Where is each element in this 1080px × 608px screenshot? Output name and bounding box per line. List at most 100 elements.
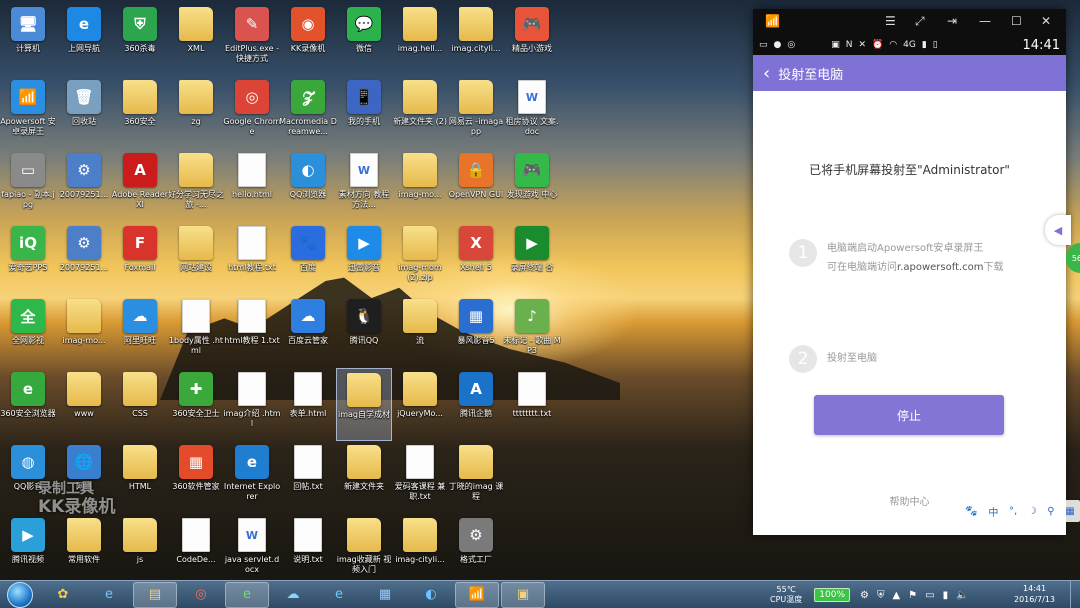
taskbar-storm-icon[interactable]: ▦: [363, 582, 407, 608]
ime-language[interactable]: 中: [988, 504, 998, 519]
desktop-icon[interactable]: www: [56, 368, 112, 441]
taskbar-explorer-icon[interactable]: ▤: [133, 581, 177, 608]
desktop-icon[interactable]: 爱码客课程 兼职.txt: [392, 441, 448, 514]
floating-side-tab[interactable]: ◀: [1045, 215, 1071, 245]
desktop-icon[interactable]: imag-mo...: [392, 149, 448, 222]
desktop-icon[interactable]: HTML: [112, 441, 168, 514]
desktop-icon[interactable]: html教程.txt: [224, 222, 280, 295]
desktop-icon[interactable]: 𝓩 Macromedia Dreamwe...: [279, 76, 337, 149]
paw-icon[interactable]: 🐾: [965, 506, 977, 517]
taskbar-apowersoft-icon[interactable]: 📶: [455, 581, 499, 608]
desktop-icon[interactable]: ⚙ 格式工厂: [448, 514, 504, 587]
desktop-icon[interactable]: 流: [392, 295, 448, 368]
desktop-icon[interactable]: A 腾讯企鹅: [448, 368, 504, 441]
desktop-icon[interactable]: ⚙ 20079251...: [56, 149, 112, 222]
punctuation-icon[interactable]: °,: [1009, 506, 1017, 517]
taskbar-ie2-icon[interactable]: e: [317, 582, 361, 608]
desktop-icon[interactable]: ▦ 暴风影音5: [448, 295, 504, 368]
desktop-icon[interactable]: ☁ 阿里旺旺: [112, 295, 168, 368]
desktop-icon[interactable]: 新建文件夹: [336, 441, 392, 514]
desktop-icon[interactable]: zg: [168, 76, 224, 149]
desktop-icon[interactable]: 1body属性 .html: [168, 295, 224, 368]
desktop-icon[interactable]: imag-cityli...: [392, 514, 448, 587]
desktop-icon[interactable]: CSS: [112, 368, 168, 441]
desktop-icon[interactable]: tttttttt.txt: [504, 368, 560, 441]
desktop-icon[interactable]: imag-mom (2).zip: [392, 222, 448, 295]
tray-shield-icon[interactable]: ⛨: [877, 590, 885, 601]
start-button[interactable]: [7, 581, 33, 608]
taskbar-pinwheel-icon[interactable]: ✿: [41, 582, 85, 608]
desktop-icon[interactable]: iQ 爱奇艺PPS: [0, 222, 56, 295]
phone-window-titlebar[interactable]: 📶 ☰ ⤢ ⇥ — ☐ ✕ ▭ ● ◎ ▣ N ✕ ⏰ ◠ 4G ▮ ▯ 14:…: [753, 9, 1066, 55]
tray-volume-icon[interactable]: 🔈: [956, 590, 968, 601]
desktop-icon[interactable]: 表单.html: [280, 368, 336, 441]
search-icon[interactable]: ⚲: [1047, 506, 1054, 517]
desktop-icon[interactable]: imag介绍 .html: [223, 368, 281, 441]
back-arrow-icon[interactable]: ‹: [763, 63, 770, 84]
desktop-icon[interactable]: 全全网影视: [0, 295, 56, 368]
tray-monitor-icon[interactable]: ▭: [925, 590, 934, 601]
desktop-icon[interactable]: 丁晓的imag 课程: [448, 441, 504, 514]
maximize-icon[interactable]: ☐: [1011, 14, 1022, 28]
taskbar-clock[interactable]: 14:41 2016/7/13: [1014, 583, 1055, 605]
desktop-icon[interactable]: W 租房协议 文案.doc: [504, 76, 560, 149]
desktop-icon[interactable]: hello.html: [224, 149, 280, 222]
desktop-icon[interactable]: ▭ fapiao - 副本.jpg: [0, 149, 56, 222]
desktop-icon[interactable]: imag自学成材: [336, 368, 392, 441]
desktop-icon[interactable]: ✎ EditPlus.exe - 快捷方式: [224, 3, 280, 76]
desktop-icon[interactable]: e 360安全浏览器: [0, 368, 56, 441]
desktop-icon[interactable]: 常用软件: [56, 514, 112, 587]
taskbar-qqbrowser-icon[interactable]: ◐: [409, 582, 453, 608]
desktop-icon[interactable]: 好分学习无尽之旅 -...: [168, 149, 224, 222]
desktop-icon[interactable]: e Internet Explorer: [224, 441, 280, 514]
desktop-icon[interactable]: 网站建设: [168, 222, 224, 295]
desktop-icon[interactable]: ▦ 360软件管家: [168, 441, 224, 514]
desktop-icon[interactable]: XML: [168, 3, 224, 76]
tray-settings-icon[interactable]: ⚙: [860, 590, 869, 601]
desktop-icon[interactable]: 🗑 回收站: [56, 76, 112, 149]
moon-icon[interactable]: ☽: [1028, 506, 1037, 517]
desktop-icon[interactable]: 🖥 计算机: [0, 3, 56, 76]
desktop-icon[interactable]: 📶 Apowersoft 安卓录屏王: [0, 76, 56, 149]
fullscreen-icon[interactable]: ⤢: [915, 14, 925, 29]
tray-network-icon[interactable]: ▮: [943, 590, 949, 601]
desktop-icon[interactable]: 🐾 百度: [280, 222, 336, 295]
desktop-icon[interactable]: ☁ 百度云管家: [280, 295, 336, 368]
desktop-icon[interactable]: 新建文件夹 (2): [392, 76, 448, 149]
tray-expand-icon[interactable]: ▲: [892, 590, 900, 601]
tray-flag-icon[interactable]: ⚑: [908, 590, 917, 601]
desktop-icon[interactable]: ▶ 腾讯视频: [0, 514, 56, 587]
desktop-icon[interactable]: ◐ QQ浏览器: [280, 149, 336, 222]
desktop-icon[interactable]: js: [112, 514, 168, 587]
download-link[interactable]: r.apowersoft.com: [897, 262, 984, 273]
taskbar-360browser-icon[interactable]: e: [225, 581, 269, 608]
desktop-icon[interactable]: 🎮 精品小游戏: [504, 3, 560, 76]
cpu-temp-widget[interactable]: 55℃ CPU温度: [770, 585, 802, 605]
desktop-icon[interactable]: Wjava servlet.docx: [224, 514, 280, 587]
grid-icon[interactable]: ▦: [1065, 506, 1074, 517]
desktop-icon[interactable]: ⛨ 360杀毒: [112, 3, 168, 76]
desktop-icon[interactable]: ✚ 360安全卫士: [168, 368, 224, 441]
minimize-icon[interactable]: —: [979, 14, 991, 28]
floating-green-badge[interactable]: 56: [1066, 243, 1080, 273]
stop-button[interactable]: 停止: [814, 395, 1004, 435]
desktop-icon[interactable]: CodeDe...: [168, 514, 224, 587]
desktop-icon[interactable]: 🔒 OpenVPN GUI: [448, 149, 504, 222]
taskbar-baiduyun-icon[interactable]: ☁: [271, 582, 315, 608]
desktop-icon[interactable]: imag收藏新 视频入门: [336, 514, 392, 587]
taskbar-kk-recorder-icon[interactable]: ▣: [501, 581, 545, 608]
desktop-icon[interactable]: 📱 我的手机: [336, 76, 392, 149]
desktop-icon[interactable]: ◉ KK录像机: [280, 3, 336, 76]
desktop-icon[interactable]: W 素材方向 教程方法...: [336, 149, 392, 222]
desktop-icon[interactable]: ♪ 未标记 - 歌曲 MP3: [503, 295, 561, 368]
desktop-icon[interactable]: 说明.txt: [280, 514, 336, 587]
desktop-icon[interactable]: ⚙ 20079251...: [56, 222, 112, 295]
desktop-icon[interactable]: ▶ 录屏终端 合: [504, 222, 560, 295]
desktop-icon[interactable]: e 上网导航: [56, 3, 112, 76]
desktop-icon[interactable]: 🎮 发现游戏 中心: [504, 149, 560, 222]
desktop-icon[interactable]: 💬 微信: [336, 3, 392, 76]
ime-toolbar[interactable]: 🐾 中 °, ☽ ⚲ ▦: [960, 500, 1080, 522]
desktop-icon[interactable]: jQueryMo...: [392, 368, 448, 441]
taskbar-ie-icon[interactable]: e: [87, 582, 131, 608]
taskbar-chrome-icon[interactable]: ◎: [179, 582, 223, 608]
